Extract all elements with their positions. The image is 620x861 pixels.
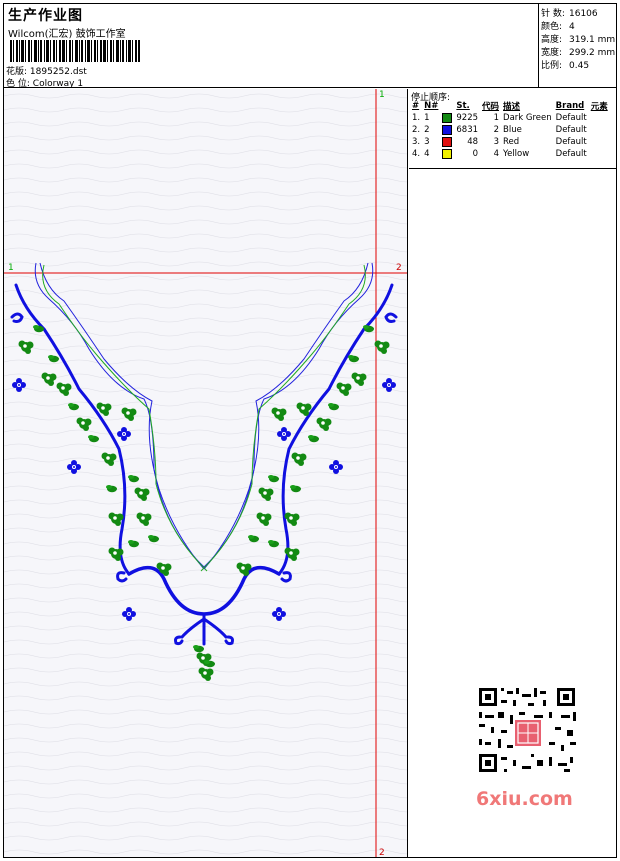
row-element [589, 148, 610, 160]
stat-width-label: 宽度: [541, 48, 563, 58]
stat-colors-value: 4 [569, 22, 575, 32]
color-swatch [442, 112, 453, 123]
row-code: 1 [493, 113, 500, 123]
row-index: 3. [412, 137, 421, 147]
row-stitches: 0 [472, 149, 479, 159]
page-title: 生产作业图 [8, 8, 83, 24]
row-stitches: 48 [467, 137, 479, 147]
row-index: 1. [412, 113, 421, 123]
row-needle: 4 [424, 149, 430, 159]
row-color-swatch [440, 148, 454, 160]
design-canvas: 1 2 1 2 [4, 89, 408, 857]
embroidery-design: 1 2 1 2 [4, 89, 407, 857]
row-element [589, 124, 610, 136]
row-code: 2 [493, 125, 500, 135]
stop-sequence-panel: 停止顺序: # N# St. 代码 描述 Brand 元素 1. 1 9225 1 Da… [409, 89, 617, 169]
col-brand: Brand [555, 101, 585, 111]
col-index: # [412, 101, 420, 111]
row-index: 2. [412, 125, 421, 135]
stat-height: 高度: 319.1 mm [541, 32, 615, 45]
col-stitches: St. [456, 101, 470, 111]
table-row: 3. 3 48 3 Red Default [410, 136, 610, 148]
color-swatch [442, 124, 453, 135]
marker-h-left: 1 [8, 263, 14, 273]
row-brand: Default [555, 113, 587, 123]
stat-colors-label: 颜色: [541, 22, 563, 32]
header-panel: 生产作业图 Wilcom(汇宏) 鼓饰工作室 花版: 1895252.dst 色… [3, 3, 539, 89]
row-needle: 3 [424, 137, 430, 147]
col-element: 元素 [590, 102, 608, 112]
stat-height-label: 高度: [541, 35, 563, 45]
stat-stitches-label: 针 数: [541, 9, 565, 19]
colorway-line: 色 位: Colorway 1 [6, 76, 83, 89]
row-stitches: 9225 [456, 113, 479, 123]
col-code: 代码 [482, 102, 500, 112]
stat-scale-label: 比例: [541, 61, 563, 71]
qr-code [471, 682, 583, 778]
stat-scale-value: 0.45 [569, 61, 590, 71]
stat-height-value: 319.1 mm [569, 35, 616, 45]
color-swatch [442, 148, 453, 159]
row-stitches: 6831 [456, 125, 479, 135]
table-row: 4. 4 0 4 Yellow Default [410, 148, 610, 160]
stat-scale: 比例: 0.45 [541, 58, 589, 71]
marker-v-top: 1 [379, 90, 385, 100]
watermark-text: 6xiu.com [476, 788, 573, 810]
marker-v-bottom: 2 [379, 848, 385, 857]
colorway-label: 色 位: [6, 79, 30, 89]
row-element [589, 112, 610, 124]
row-brand: Default [555, 125, 587, 135]
color-swatch [442, 136, 453, 147]
stats-panel: 针 数: 16106 颜色: 4 高度: 319.1 mm 宽度: 299.2 mm 比… [539, 3, 617, 88]
row-description: Blue [503, 125, 522, 135]
stat-colors: 颜色: 4 [541, 19, 575, 32]
table-header-row: # N# St. 代码 描述 Brand 元素 [410, 100, 610, 112]
col-color [440, 100, 454, 112]
col-needle: N# [424, 101, 439, 111]
marker-h-right: 2 [396, 263, 402, 273]
table-row: 1. 1 9225 1 Dark Green Default [410, 112, 610, 124]
row-index: 4. [412, 149, 421, 159]
row-color-swatch [440, 124, 454, 136]
stat-stitches-value: 16106 [569, 9, 598, 19]
row-element [589, 136, 610, 148]
col-description: 描述 [503, 102, 521, 112]
row-color-swatch [440, 112, 454, 124]
row-code: 3 [493, 137, 500, 147]
row-code: 4 [493, 149, 500, 159]
row-color-swatch [440, 136, 454, 148]
row-description: Dark Green [503, 113, 552, 123]
stop-sequence-table: # N# St. 代码 描述 Brand 元素 1. 1 9225 1 Dark Gre… [410, 100, 610, 160]
row-description: Red [503, 137, 520, 147]
stat-stitches: 针 数: 16106 [541, 6, 598, 19]
row-needle: 2 [424, 125, 430, 135]
row-needle: 1 [424, 113, 430, 123]
stat-width: 宽度: 299.2 mm [541, 45, 615, 58]
row-brand: Default [555, 149, 587, 159]
stat-width-value: 299.2 mm [569, 48, 616, 58]
company-name: Wilcom(汇宏) 鼓饰工作室 [8, 29, 126, 40]
row-description: Yellow [503, 149, 530, 159]
barcode [10, 40, 140, 62]
table-row: 2. 2 6831 2 Blue Default [410, 124, 610, 136]
row-brand: Default [555, 137, 587, 147]
colorway-value: Colorway 1 [32, 79, 84, 89]
